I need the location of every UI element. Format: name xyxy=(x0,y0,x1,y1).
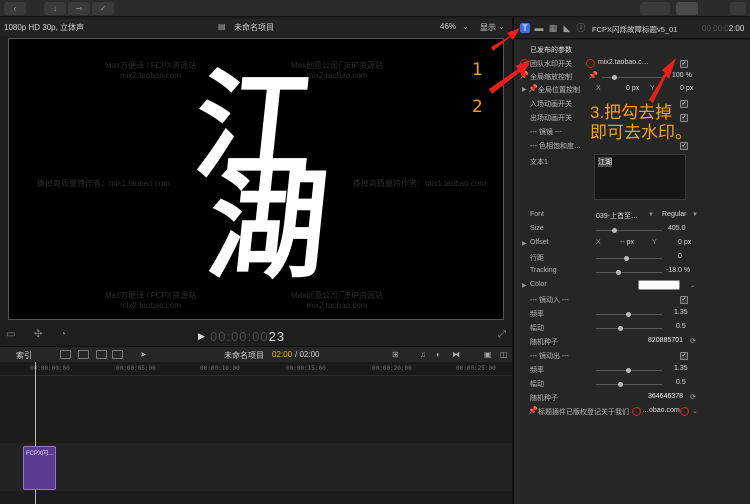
annotation-number-1: 1 xyxy=(472,60,483,80)
annotation-arrow-3 xyxy=(649,58,676,103)
annotation-arrows xyxy=(489,28,676,103)
annotation-arrow-2 xyxy=(489,60,530,94)
annotation-note: 3.把勾去掉 即可去水印。 xyxy=(590,103,692,143)
annotation-arrow-1 xyxy=(491,28,520,51)
annotation-number-2: 2 xyxy=(472,97,483,117)
annotation-note-line-1: 3.把勾去掉 xyxy=(590,103,673,122)
annotation-note-line-2: 即可去水印。 xyxy=(590,123,692,142)
